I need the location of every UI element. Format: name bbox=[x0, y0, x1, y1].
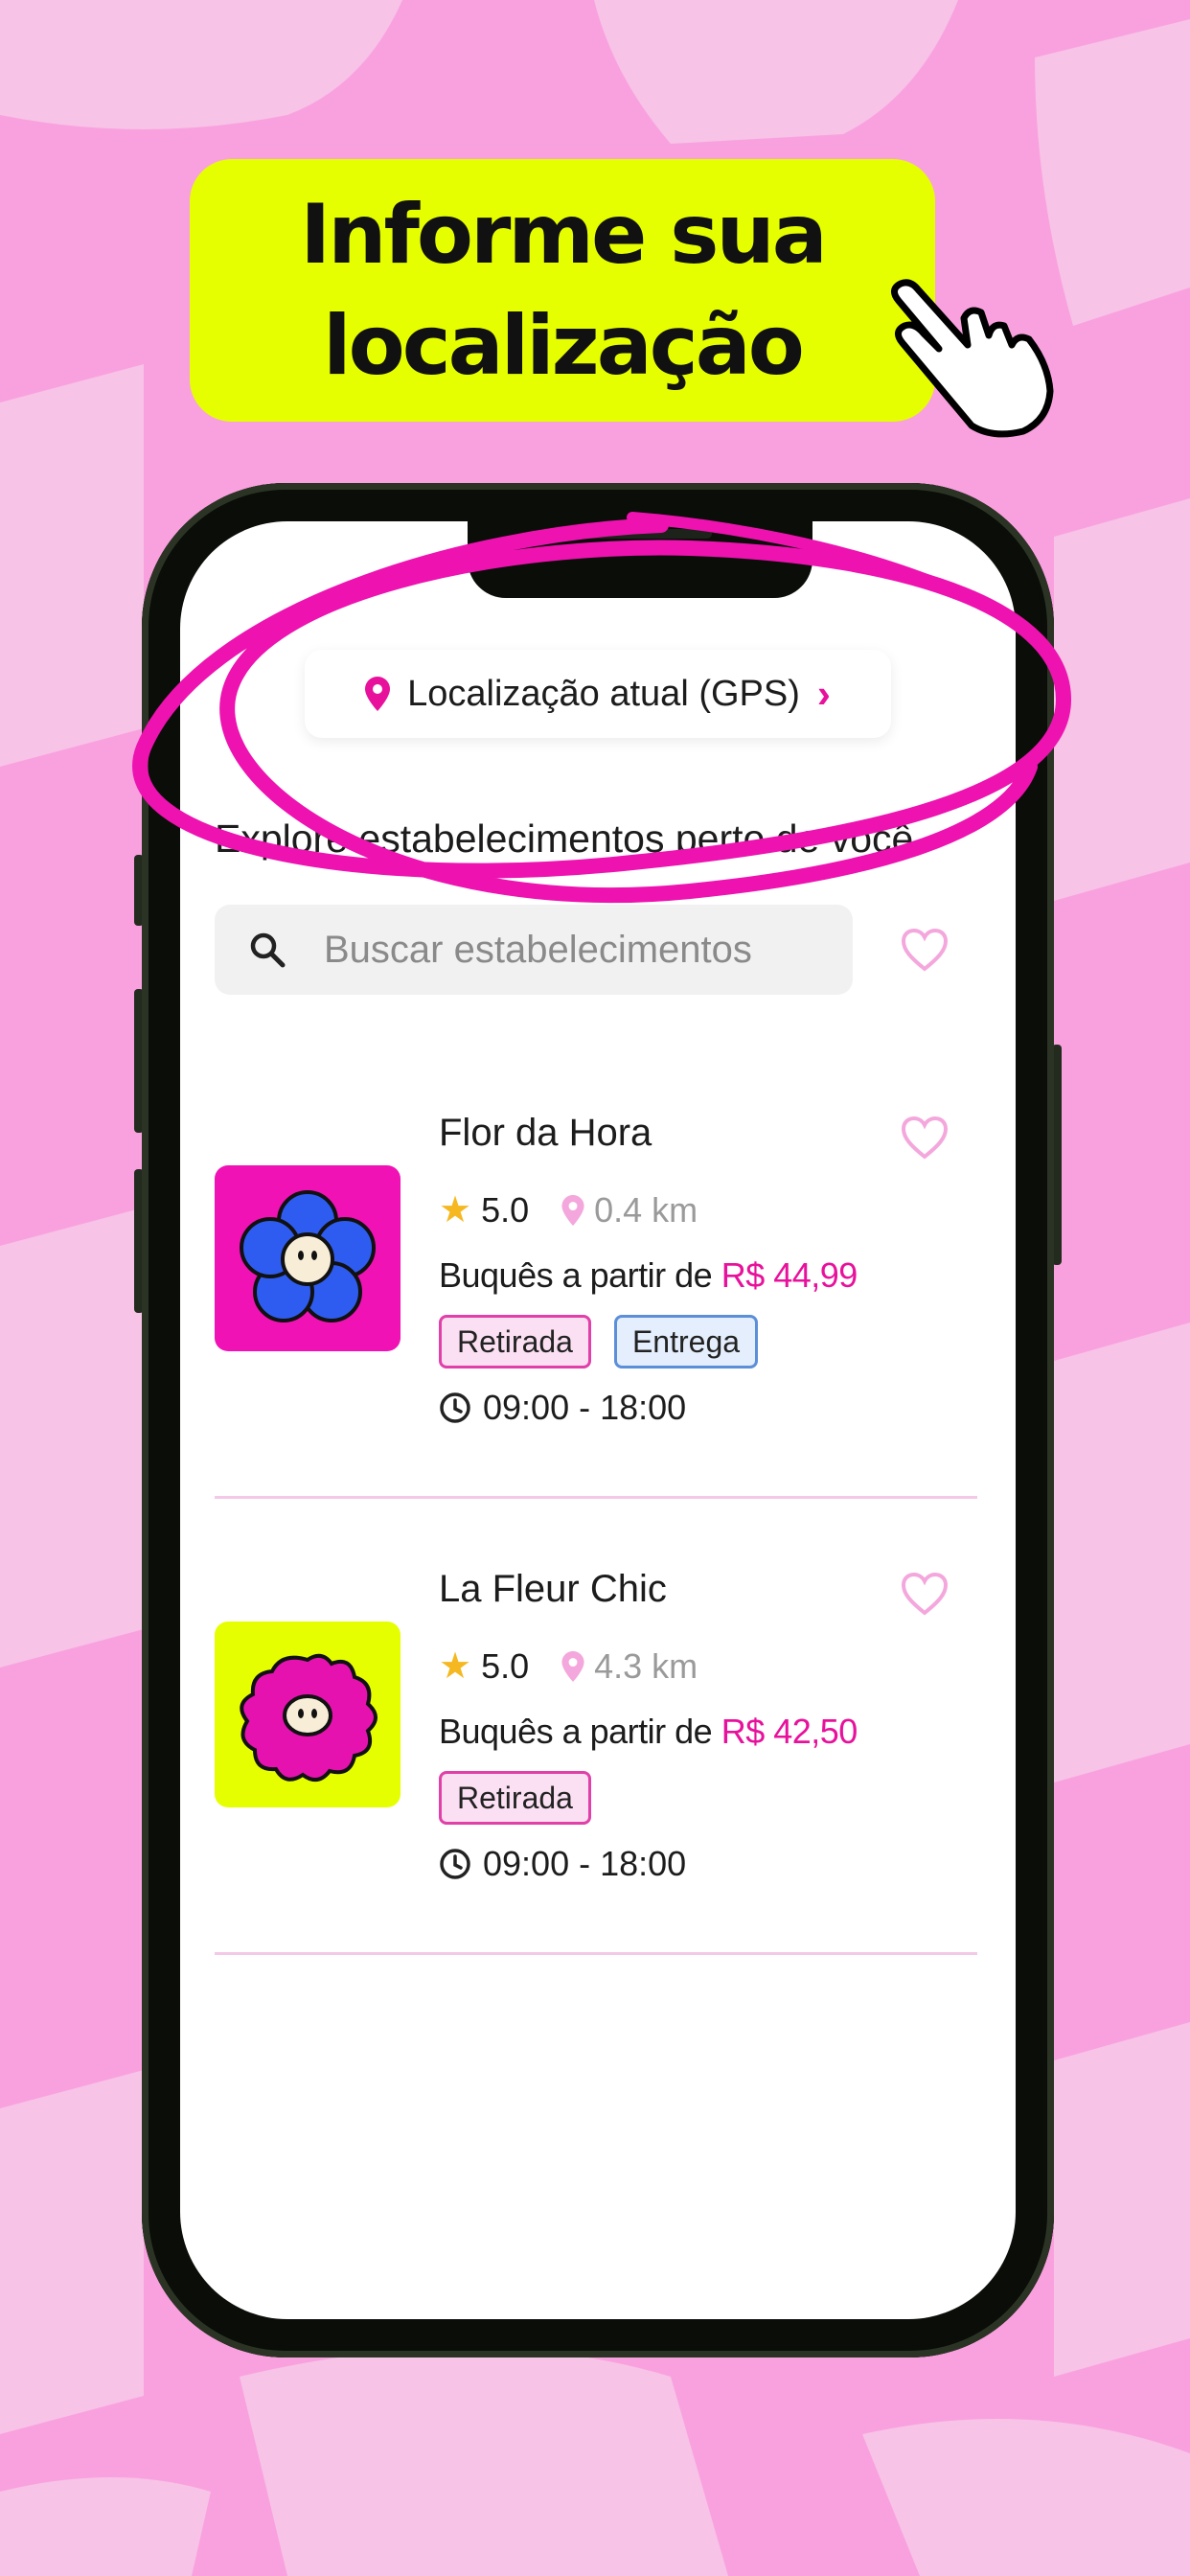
phone-frame: Localização atual (GPS) › Explore estabe… bbox=[142, 483, 1054, 2358]
store-card[interactable]: La Fleur Chic ★ 5.0 4.3 km Buquês a part… bbox=[215, 1499, 977, 1955]
search-icon bbox=[250, 932, 286, 968]
store-rating-row: ★ 5.0 0.4 km bbox=[439, 1188, 698, 1231]
store-tags: Retirada bbox=[439, 1771, 591, 1825]
clock-icon bbox=[440, 1392, 470, 1423]
speaker-grille bbox=[559, 529, 712, 539]
store-price-line: Buquês a partir de R$ 42,50 bbox=[439, 1712, 858, 1752]
store-name: Flor da Hora bbox=[439, 1112, 652, 1154]
store-price: R$ 44,99 bbox=[721, 1255, 858, 1295]
explore-heading: Explore estabelecimentos perto de você bbox=[215, 816, 914, 861]
chevron-right-icon: › bbox=[816, 671, 831, 716]
store-price: R$ 42,50 bbox=[721, 1712, 858, 1751]
star-icon: ★ bbox=[439, 1646, 472, 1687]
store-logo bbox=[215, 1622, 400, 1807]
store-logo bbox=[215, 1165, 400, 1351]
store-name: La Fleur Chic bbox=[439, 1568, 667, 1610]
headline-banner: Informe sua localização bbox=[190, 159, 935, 422]
favorite-heart-icon[interactable] bbox=[901, 1116, 949, 1160]
store-card[interactable]: Flor da Hora ★ 5.0 0.4 km Buquês a parti… bbox=[215, 1043, 977, 1499]
store-hours-row: 09:00 - 18:00 bbox=[439, 1388, 686, 1428]
location-label: Localização atual (GPS) bbox=[407, 673, 800, 714]
favorite-heart-icon[interactable] bbox=[901, 1572, 949, 1616]
store-rating: 5.0 bbox=[481, 1189, 530, 1230]
store-distance: 4.3 km bbox=[594, 1645, 698, 1686]
store-price-line: Buquês a partir de R$ 44,99 bbox=[439, 1255, 858, 1296]
tag-pickup: Retirada bbox=[439, 1315, 591, 1368]
banner-title: Informe sua localização bbox=[300, 187, 827, 394]
location-pin-icon bbox=[365, 677, 391, 711]
clock-icon bbox=[440, 1849, 470, 1879]
store-rating: 5.0 bbox=[481, 1645, 530, 1686]
store-hours: 09:00 - 18:00 bbox=[483, 1388, 687, 1427]
tag-delivery: Entrega bbox=[613, 1315, 759, 1368]
location-selector[interactable]: Localização atual (GPS) › bbox=[305, 650, 891, 738]
search-bar[interactable] bbox=[215, 905, 853, 995]
store-hours: 09:00 - 18:00 bbox=[483, 1844, 687, 1883]
tag-pickup: Retirada bbox=[439, 1771, 591, 1825]
favorites-heart-icon[interactable] bbox=[901, 928, 949, 972]
location-pin-icon bbox=[561, 1194, 584, 1226]
search-input[interactable] bbox=[324, 928, 803, 972]
app-screen: Localização atual (GPS) › Explore estabe… bbox=[180, 521, 1016, 2319]
store-rating-row: ★ 5.0 4.3 km bbox=[439, 1644, 698, 1688]
location-pin-icon bbox=[561, 1650, 584, 1682]
store-distance: 0.4 km bbox=[594, 1189, 698, 1230]
store-tags: Retirada Entrega bbox=[439, 1315, 759, 1368]
price-prefix: Buquês a partir de bbox=[439, 1712, 713, 1751]
pointing-hand-icon bbox=[891, 279, 1054, 438]
star-icon: ★ bbox=[439, 1190, 472, 1230]
store-hours-row: 09:00 - 18:00 bbox=[439, 1844, 686, 1884]
price-prefix: Buquês a partir de bbox=[439, 1255, 713, 1295]
